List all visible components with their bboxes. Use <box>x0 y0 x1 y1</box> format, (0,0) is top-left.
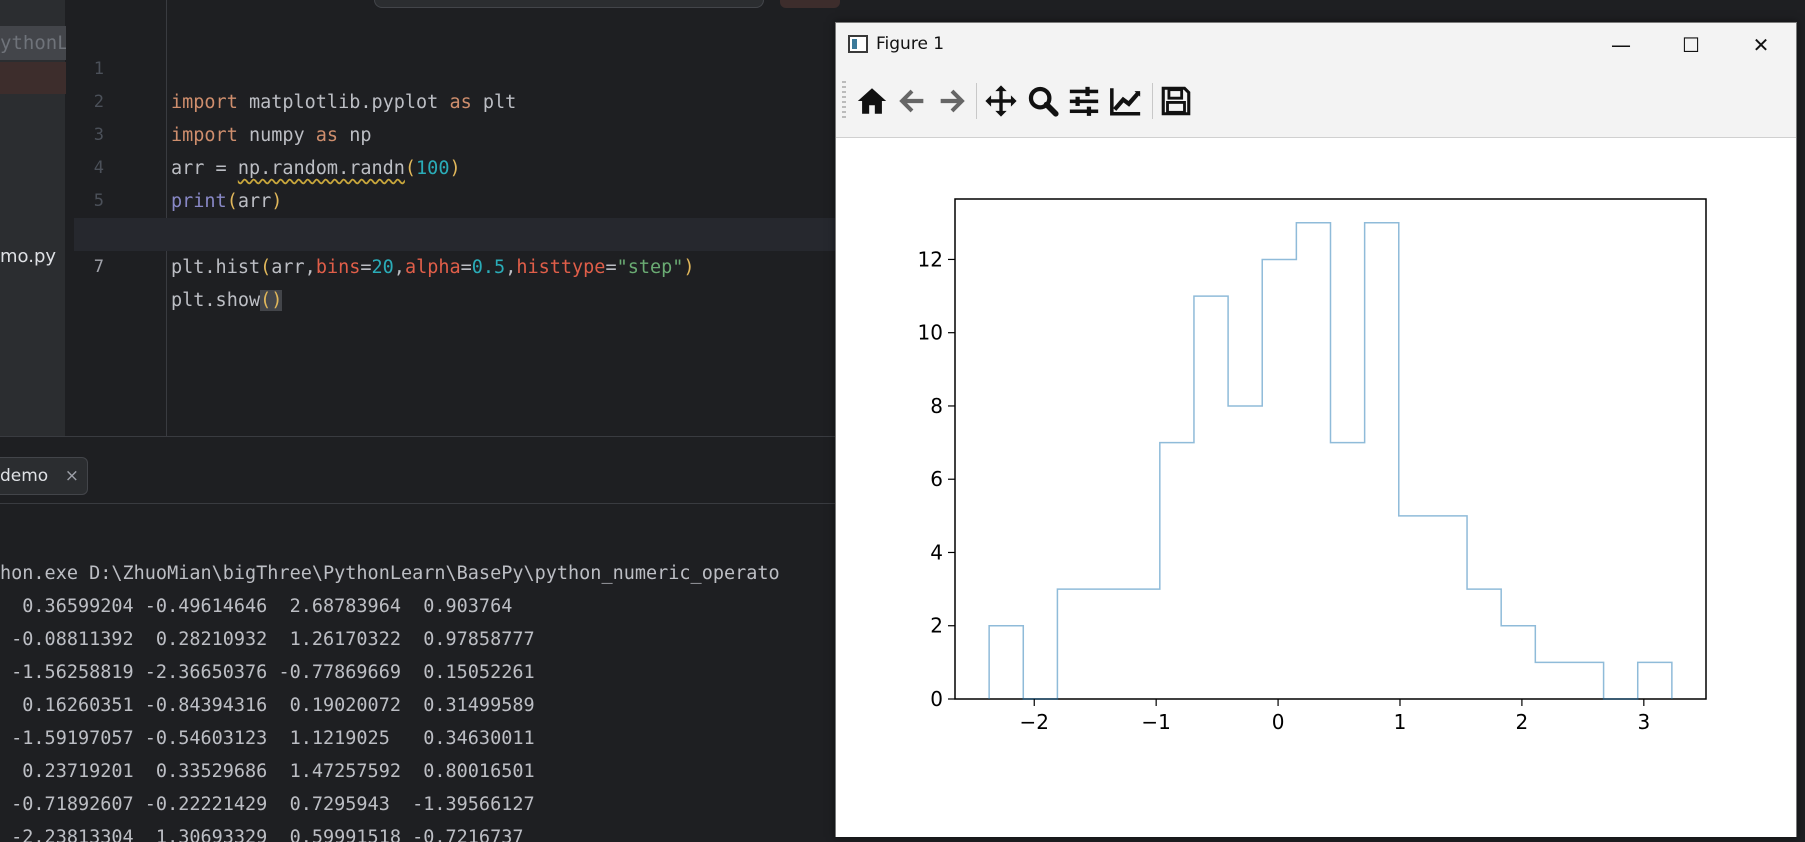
code-line-current[interactable]: 7 plt.show() <box>74 218 836 311</box>
y-tick-label: 4 <box>930 540 943 564</box>
y-tick-label: 2 <box>930 614 943 638</box>
console-line: -1.59197057 -0.54603123 1.1219025 0.3463… <box>0 728 535 749</box>
console-line: -1.56258819 -2.36650376 -0.77869669 0.15… <box>0 662 535 683</box>
figure-title: Figure 1 <box>876 34 945 54</box>
x-tick-label: 0 <box>1272 710 1285 734</box>
code-line[interactable]: 4 print(arr) <box>74 119 836 212</box>
close-button[interactable]: ✕ <box>1726 23 1796 67</box>
code-text: plt.show() <box>171 290 283 311</box>
x-axis-ticks: −2 −1 0 1 2 3 <box>1020 699 1650 734</box>
y-axis-ticks: 0 2 4 6 8 10 12 <box>918 247 955 711</box>
console-line: 0.23719201 0.33529686 1.47257592 0.80016… <box>0 761 535 782</box>
code-line[interactable]: 6 plt.hist(arr,bins=20,alpha=0.5,histtyp… <box>74 185 836 278</box>
console-line: -2.23813304 1.30693329 0.59991518 -0.721… <box>0 827 524 842</box>
subplots-icon[interactable] <box>1064 81 1104 121</box>
home-icon[interactable] <box>852 81 892 121</box>
figure-app-icon <box>848 35 868 53</box>
maximize-button[interactable]: ☐ <box>1656 23 1726 67</box>
toolbar-separator <box>1152 83 1153 119</box>
run-tab-label: demo <box>0 466 49 486</box>
y-tick-label: 0 <box>930 687 943 711</box>
y-tick-label: 6 <box>930 467 943 491</box>
editor-search-bar[interactable] <box>374 0 764 8</box>
pan-icon[interactable] <box>981 81 1021 121</box>
editor-run-widget[interactable] <box>780 0 840 8</box>
project-file-item[interactable]: mo.py <box>0 246 56 267</box>
run-tool-window-header: demo × <box>0 436 836 504</box>
figure-canvas[interactable]: −2 −1 0 1 2 3 0 2 4 6 8 10 12 <box>836 139 1796 837</box>
console-line: -0.71892607 -0.22221429 0.7295943 -1.395… <box>0 794 535 815</box>
console-line: -0.08811392 0.28210932 1.26170322 0.9785… <box>0 629 535 650</box>
code-line[interactable]: 5 fig1 = plt.figure() <box>74 152 836 245</box>
zoom-icon[interactable] <box>1023 81 1063 121</box>
y-tick-label: 10 <box>918 321 943 345</box>
project-tree-item[interactable]: ythonLe <box>0 26 66 60</box>
minimize-button[interactable]: — <box>1586 23 1656 67</box>
code-line[interactable]: 3 arr = np.random.randn(100) <box>74 86 836 179</box>
histogram-step-line <box>988 222 1673 700</box>
y-tick-label: 8 <box>930 394 943 418</box>
panel-splitter[interactable] <box>66 0 74 436</box>
run-tab-demo[interactable]: demo × <box>0 457 88 495</box>
run-console[interactable]: hon.exe D:\ZhuoMian\bigThree\PythonLearn… <box>0 504 836 842</box>
x-tick-label: −1 <box>1141 710 1170 734</box>
histogram-plot[interactable]: −2 −1 0 1 2 3 024681012 <box>836 139 1796 837</box>
code-editor[interactable]: 1 import matplotlib.pyplot as plt 2 impo… <box>74 0 840 436</box>
toolbar-separator <box>976 83 977 119</box>
toolbar-grip[interactable] <box>842 81 846 121</box>
x-tick-label: 3 <box>1637 710 1650 734</box>
x-tick-label: 2 <box>1516 710 1529 734</box>
save-icon[interactable] <box>1156 81 1196 121</box>
figure-window: Figure 1 — ☐ ✕ −2 −1 0 1 2 3 0 2 4 6 8 1… <box>835 22 1797 837</box>
y-tick-label: 12 <box>918 247 943 271</box>
console-line: 0.16260351 -0.84394316 0.19020072 0.3149… <box>0 695 535 716</box>
code-text: plt.hist(arr,bins=20,alpha=0.5,histtype=… <box>171 257 695 278</box>
x-tick-label: 1 <box>1394 710 1407 734</box>
figure-toolbar <box>836 67 1796 138</box>
code-line[interactable]: 2 import numpy as np <box>74 53 836 146</box>
code-line[interactable]: 1 import matplotlib.pyplot as plt <box>74 20 836 113</box>
line-number: 7 <box>93 257 104 277</box>
close-icon[interactable]: × <box>65 458 79 494</box>
x-tick-label: −2 <box>1020 710 1049 734</box>
forward-arrow-icon[interactable] <box>932 81 972 121</box>
figure-titlebar[interactable]: Figure 1 — ☐ ✕ <box>836 23 1796 67</box>
project-panel: ythonLe mo.py <box>0 0 66 436</box>
edit-axis-icon[interactable] <box>1106 81 1146 121</box>
project-tree-item-highlight[interactable] <box>0 62 66 94</box>
console-line: hon.exe D:\ZhuoMian\bigThree\PythonLearn… <box>0 563 780 584</box>
back-arrow-icon[interactable] <box>892 81 932 121</box>
console-line: 0.36599204 -0.49614646 2.68783964 0.9037… <box>0 596 513 617</box>
